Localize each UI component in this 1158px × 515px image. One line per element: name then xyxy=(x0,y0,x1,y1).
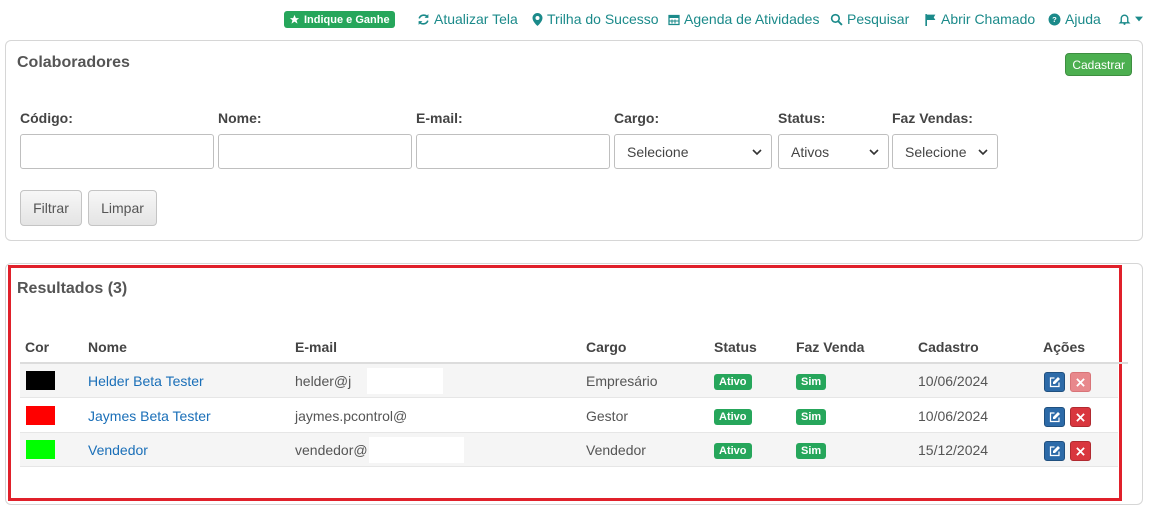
email-cell: vendedor@ xyxy=(295,442,368,458)
faz-vendas-select[interactable]: Selecione xyxy=(892,134,998,169)
faz-vendas-select-value: Selecione xyxy=(905,143,967,160)
ajuda-link[interactable]: ? Ajuda xyxy=(1048,10,1101,28)
cargo-cell: Gestor xyxy=(586,408,629,424)
delete-button[interactable] xyxy=(1070,372,1091,392)
limpar-button[interactable]: Limpar xyxy=(88,190,157,226)
caret-down-icon xyxy=(1135,16,1143,22)
cargo-select[interactable]: Selecione xyxy=(614,134,772,169)
close-icon xyxy=(1076,446,1085,456)
pesquisar-label: Pesquisar xyxy=(847,11,910,27)
status-badge: Ativo xyxy=(714,409,752,425)
results-title: Resultados (3) xyxy=(17,280,128,297)
faz-venda-badge: Sim xyxy=(796,409,827,425)
ajuda-label: Ajuda xyxy=(1065,11,1101,27)
abrir-chamado-label: Abrir Chamado xyxy=(941,11,1036,27)
close-icon xyxy=(1076,412,1085,422)
column-header-nome: Nome xyxy=(88,339,127,355)
email-input[interactable] xyxy=(416,134,610,169)
colaborador-name-link[interactable]: Helder Beta Tester xyxy=(88,373,204,389)
cargo-cell: Empresário xyxy=(586,373,658,389)
filtrar-button[interactable]: Filtrar xyxy=(20,190,82,226)
edit-icon xyxy=(1049,412,1060,423)
cadastro-cell: 10/06/2024 xyxy=(918,408,989,424)
table-row: Helder Beta Tester helder@j Empresário A… xyxy=(20,364,1118,398)
abrir-chamado-link[interactable]: Abrir Chamado xyxy=(924,10,1035,28)
trilha-do-sucesso-link[interactable]: Trilha do Sucesso xyxy=(532,10,659,28)
status-select-value: Ativos xyxy=(791,143,830,160)
status-label: Status: xyxy=(778,110,826,126)
close-icon xyxy=(1076,377,1085,387)
codigo-label: Código: xyxy=(20,110,73,126)
edit-icon xyxy=(1049,377,1060,388)
color-swatch xyxy=(26,371,55,390)
table-row: Vendedor vendedor@ Vendedor Ativo Sim 15… xyxy=(20,433,1118,467)
trilha-do-sucesso-label: Trilha do Sucesso xyxy=(547,11,659,27)
atualizar-tela-link[interactable]: Atualizar Tela xyxy=(417,10,518,28)
indique-e-ganhe-label: Indique e Ganhe xyxy=(304,13,390,26)
edit-icon xyxy=(1049,446,1060,457)
chevron-down-icon xyxy=(978,149,988,156)
help-icon: ? xyxy=(1048,13,1061,25)
cargo-cell: Vendedor xyxy=(586,442,646,458)
column-header-status: Status xyxy=(714,339,757,355)
email-cell: helder@j xyxy=(295,373,352,389)
column-header-email: E-mail xyxy=(295,339,338,355)
star-icon xyxy=(289,14,300,24)
edit-button[interactable] xyxy=(1044,441,1065,461)
color-swatch xyxy=(26,440,55,459)
filter-panel: Colaboradores Cadastrar Código: Nome: E-… xyxy=(5,40,1143,241)
chevron-down-icon xyxy=(869,149,879,156)
page-title: Colaboradores xyxy=(17,54,130,71)
agenda-de-atividades-label: Agenda de Atividades xyxy=(684,11,820,27)
cadastro-cell: 10/06/2024 xyxy=(918,373,989,389)
bell-icon xyxy=(1118,14,1131,25)
color-swatch xyxy=(26,406,55,425)
table-row: Jaymes Beta Tester jaymes.pcontrol@ Gest… xyxy=(20,399,1118,433)
status-badge: Ativo xyxy=(714,443,752,459)
column-header-cadastro: Cadastro xyxy=(918,339,979,355)
pesquisar-link[interactable]: Pesquisar xyxy=(830,10,909,28)
faz-venda-badge: Sim xyxy=(796,374,827,390)
cadastro-cell: 15/12/2024 xyxy=(918,442,989,458)
faz-vendas-label: Faz Vendas: xyxy=(892,110,973,126)
status-badge: Ativo xyxy=(714,374,752,390)
chevron-down-icon xyxy=(752,149,762,156)
column-header-cor: Cor xyxy=(25,339,50,355)
cargo-select-value: Selecione xyxy=(627,143,689,160)
column-header-faz-venda: Faz Venda xyxy=(796,339,865,355)
atualizar-tela-label: Atualizar Tela xyxy=(434,11,518,27)
column-header-acoes: Ações xyxy=(1043,339,1086,355)
column-header-cargo: Cargo xyxy=(586,339,627,355)
status-select[interactable]: Ativos xyxy=(778,134,889,169)
notifications-dropdown[interactable] xyxy=(1118,10,1143,28)
redaction-mask xyxy=(367,368,443,394)
edit-button[interactable] xyxy=(1044,372,1065,392)
email-cell: jaymes.pcontrol@ xyxy=(295,408,408,424)
indique-e-ganhe-button[interactable]: Indique e Ganhe xyxy=(284,11,395,28)
edit-button[interactable] xyxy=(1044,407,1065,427)
agenda-de-atividades-link[interactable]: Agenda de Atividades xyxy=(668,10,819,28)
top-navigation: Indique e Ganhe Atualizar Tela Trilha do… xyxy=(0,0,1158,36)
delete-button[interactable] xyxy=(1070,441,1091,461)
nome-input[interactable] xyxy=(218,134,412,169)
cargo-label: Cargo: xyxy=(614,110,660,126)
flag-icon xyxy=(925,13,936,26)
refresh-icon xyxy=(418,13,429,25)
redaction-mask xyxy=(369,437,464,463)
colaborador-name-link[interactable]: Jaymes Beta Tester xyxy=(88,408,211,424)
nome-label: Nome: xyxy=(218,110,262,126)
cadastrar-button[interactable]: Cadastrar xyxy=(1065,53,1132,76)
delete-button[interactable] xyxy=(1070,407,1091,427)
email-label: E-mail: xyxy=(416,110,463,126)
codigo-input[interactable] xyxy=(20,134,214,169)
search-icon xyxy=(830,13,843,26)
map-marker-icon xyxy=(532,12,543,26)
svg-text:?: ? xyxy=(1052,15,1057,24)
faz-venda-badge: Sim xyxy=(796,443,827,459)
colaborador-name-link[interactable]: Vendedor xyxy=(88,442,148,458)
calendar-icon xyxy=(668,14,680,25)
